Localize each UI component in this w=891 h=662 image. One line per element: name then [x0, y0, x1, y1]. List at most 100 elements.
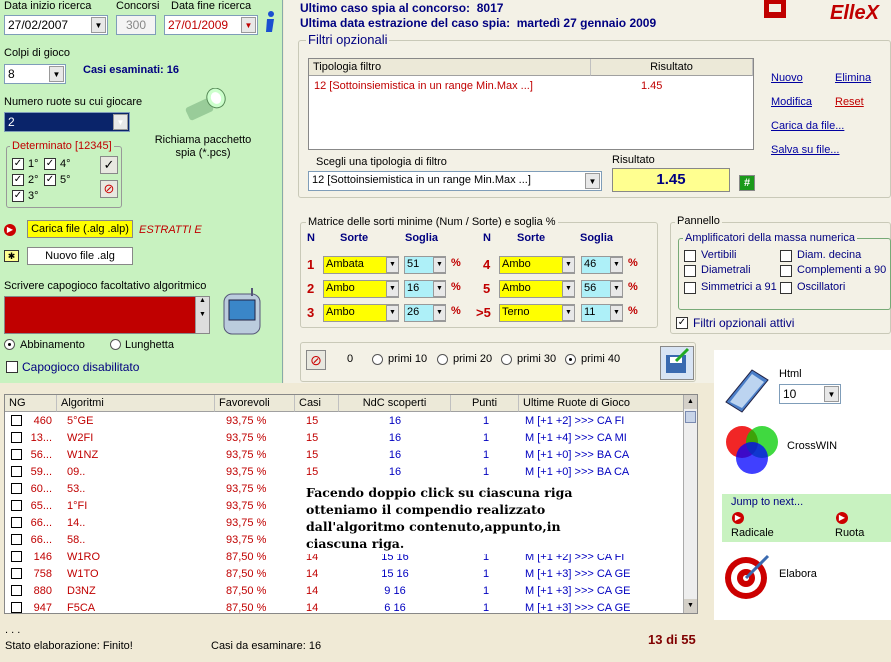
row-checkbox[interactable] — [11, 415, 22, 426]
elimina-link[interactable]: Elimina — [835, 72, 871, 84]
elabora-button[interactable]: Elabora — [779, 568, 817, 580]
col-tipologia[interactable]: Tipologia filtro — [309, 59, 591, 76]
primi-10-radio[interactable] — [372, 354, 383, 365]
chevron-down-icon[interactable]: ▼ — [562, 305, 575, 321]
filtri-row-tipologia[interactable]: 12 [Sottoinsiemistica in un range Min.Ma… — [314, 80, 533, 92]
chevron-down-icon[interactable]: ▼ — [386, 257, 399, 273]
cancel-icon[interactable]: ⊘ — [306, 350, 326, 370]
carica-file-button[interactable]: Carica file (.alg .alp) — [27, 220, 133, 238]
row-checkbox[interactable] — [11, 568, 22, 579]
simmetrici-checkbox[interactable] — [684, 282, 696, 294]
check-icon[interactable]: ✓ — [100, 156, 118, 174]
table-row[interactable]: 947 F5CA 87,50 % 14 6 16 1 M [+1 +3] >>> CA GE — [5, 600, 685, 613]
target-icon[interactable] — [722, 552, 772, 602]
chevron-down-icon[interactable]: ▼ — [91, 17, 106, 33]
play-icon[interactable]: ▶ — [836, 512, 848, 524]
chevron-down-icon[interactable]: ▼ — [433, 305, 446, 321]
chevron-down-icon[interactable]: ▼ — [386, 305, 399, 321]
diam-decina-checkbox[interactable] — [780, 250, 792, 262]
chevron-down-icon[interactable]: ▼ — [610, 305, 623, 321]
radicale-button[interactable]: Radicale — [731, 527, 774, 539]
export-icon[interactable] — [660, 346, 694, 380]
chevron-down-icon[interactable]: ▼ — [49, 66, 64, 82]
contests-input[interactable]: 300 — [116, 15, 156, 35]
date-start-select[interactable]: 27/02/2007 ▼ — [4, 15, 108, 35]
capogioco-disabled-checkbox[interactable] — [6, 361, 18, 373]
row-checkbox[interactable] — [11, 585, 22, 596]
det-checkbox-5[interactable]: ✓ — [44, 174, 56, 186]
col-ng[interactable]: NG — [5, 395, 57, 412]
chevron-down-icon[interactable]: ▼ — [562, 257, 575, 273]
info-icon[interactable] — [262, 10, 278, 34]
ruote-select[interactable]: 2 ▼ — [4, 112, 130, 132]
table-row[interactable]: 13... W2FI 93,75 % 15 16 1 M [+1 +4] >>> CA MI — [5, 430, 685, 447]
primi-20-radio[interactable] — [437, 354, 448, 365]
capogioco-textarea[interactable]: ▲ ▼ — [4, 296, 210, 334]
play-icon[interactable]: ▶ — [4, 224, 16, 236]
colpi-select[interactable]: 8 ▼ — [4, 64, 66, 84]
chevron-down-icon[interactable]: ▼ — [433, 257, 446, 273]
row-checkbox[interactable] — [11, 534, 22, 545]
ruota-button[interactable]: Ruota — [835, 527, 864, 539]
row-checkbox[interactable] — [11, 466, 22, 477]
html-book-icon[interactable] — [722, 366, 772, 414]
row-checkbox[interactable] — [11, 517, 22, 528]
det-checkbox-2[interactable]: ✓ — [12, 174, 24, 186]
row-checkbox[interactable] — [11, 500, 22, 511]
chevron-down-icon[interactable]: ▼ — [562, 281, 575, 297]
crosswin-icon[interactable] — [722, 422, 782, 478]
hash-button[interactable]: # — [739, 175, 755, 191]
modifica-link[interactable]: Modifica — [771, 96, 812, 108]
filtri-table[interactable]: Tipologia filtro Risultato 12 [Sottoinsi… — [308, 58, 754, 150]
flashlight-icon[interactable] — [180, 87, 230, 130]
abbinamento-radio[interactable] — [4, 339, 15, 350]
chevron-down-icon[interactable]: ▼ — [610, 281, 623, 297]
table-row[interactable]: 758 W1TO 87,50 % 14 15 16 1 M [+1 +3] >>> CA G… — [5, 566, 685, 583]
row-checkbox[interactable] — [11, 551, 22, 562]
new-file-icon[interactable]: ✱ — [4, 250, 19, 262]
primi-30-radio[interactable] — [501, 354, 512, 365]
table-row[interactable]: 56... W1NZ 93,75 % 15 16 1 M [+1 +0] >>> BA CA — [5, 447, 685, 464]
html-select[interactable]: 10 ▼ — [779, 384, 841, 404]
chevron-down-icon[interactable]: ▼ — [433, 281, 446, 297]
col-favorevoli[interactable]: Favorevoli — [215, 395, 295, 412]
textarea-scrollbar[interactable]: ▲ ▼ — [195, 297, 209, 333]
scroll-up-icon[interactable]: ▲ — [684, 395, 697, 409]
table-row[interactable]: 880 D3NZ 87,50 % 14 9 16 1 M [+1 +3] >>> CA GE — [5, 583, 685, 600]
det-checkbox-3[interactable]: ✓ — [12, 190, 24, 202]
filtri-attivi-checkbox[interactable]: ✓ — [676, 317, 688, 329]
primi-40-radio[interactable] — [565, 354, 576, 365]
cancel-icon[interactable]: ⊘ — [100, 180, 118, 198]
scroll-down-icon[interactable]: ▼ — [684, 599, 697, 613]
col-ndc[interactable]: NdC scoperti — [339, 395, 451, 412]
complementi-checkbox[interactable] — [780, 265, 792, 277]
row-checkbox[interactable] — [11, 449, 22, 460]
diametrali-checkbox[interactable] — [684, 265, 696, 277]
play-icon[interactable]: ▶ — [732, 512, 744, 524]
chevron-down-icon[interactable]: ▼ — [585, 173, 600, 189]
carica-link[interactable]: Carica da file... — [771, 120, 844, 132]
col-algoritmi[interactable]: Algoritmi — [57, 395, 215, 412]
col-punti[interactable]: Punti — [451, 395, 519, 412]
chevron-down-icon[interactable]: ▼ — [386, 281, 399, 297]
filtri-row-risultato[interactable]: 1.45 — [641, 80, 662, 92]
nuovo-file-button[interactable]: Nuovo file .alg — [27, 247, 133, 265]
chevron-down-icon[interactable]: ▼ — [113, 114, 128, 130]
scegli-select[interactable]: 12 [Sottoinsiemistica in un range Min.Ma… — [308, 171, 602, 191]
col-ultime[interactable]: Ultime Ruote di Gioco — [519, 395, 685, 412]
chevron-down-icon[interactable]: ▼ — [824, 386, 839, 402]
col-risultato[interactable]: Risultato — [591, 59, 753, 76]
salva-link[interactable]: Salva su file... — [771, 144, 839, 156]
chevron-down-icon[interactable]: ▼ — [610, 257, 623, 273]
oscillatori-checkbox[interactable] — [780, 282, 792, 294]
chevron-down-icon[interactable]: ▼ — [241, 17, 256, 33]
date-end-select[interactable]: 27/01/2009 ▼ — [164, 15, 258, 35]
table-row[interactable]: 460 5°GE 93,75 % 15 16 1 M [+1 +2] >>> CA FI — [5, 413, 685, 430]
richiama-label[interactable]: Richiama pacchetto spia (*.pcs) — [150, 134, 256, 160]
vertibili-checkbox[interactable] — [684, 250, 696, 262]
phone-icon[interactable] — [222, 288, 262, 336]
table-row[interactable]: 59... 09.. 93,75 % 15 16 1 M [+1 +0] >>> BA CA — [5, 464, 685, 481]
scroll-thumb[interactable] — [685, 411, 696, 423]
vertical-scrollbar[interactable]: ▲ ▼ — [683, 395, 697, 613]
det-checkbox-4[interactable]: ✓ — [44, 158, 56, 170]
